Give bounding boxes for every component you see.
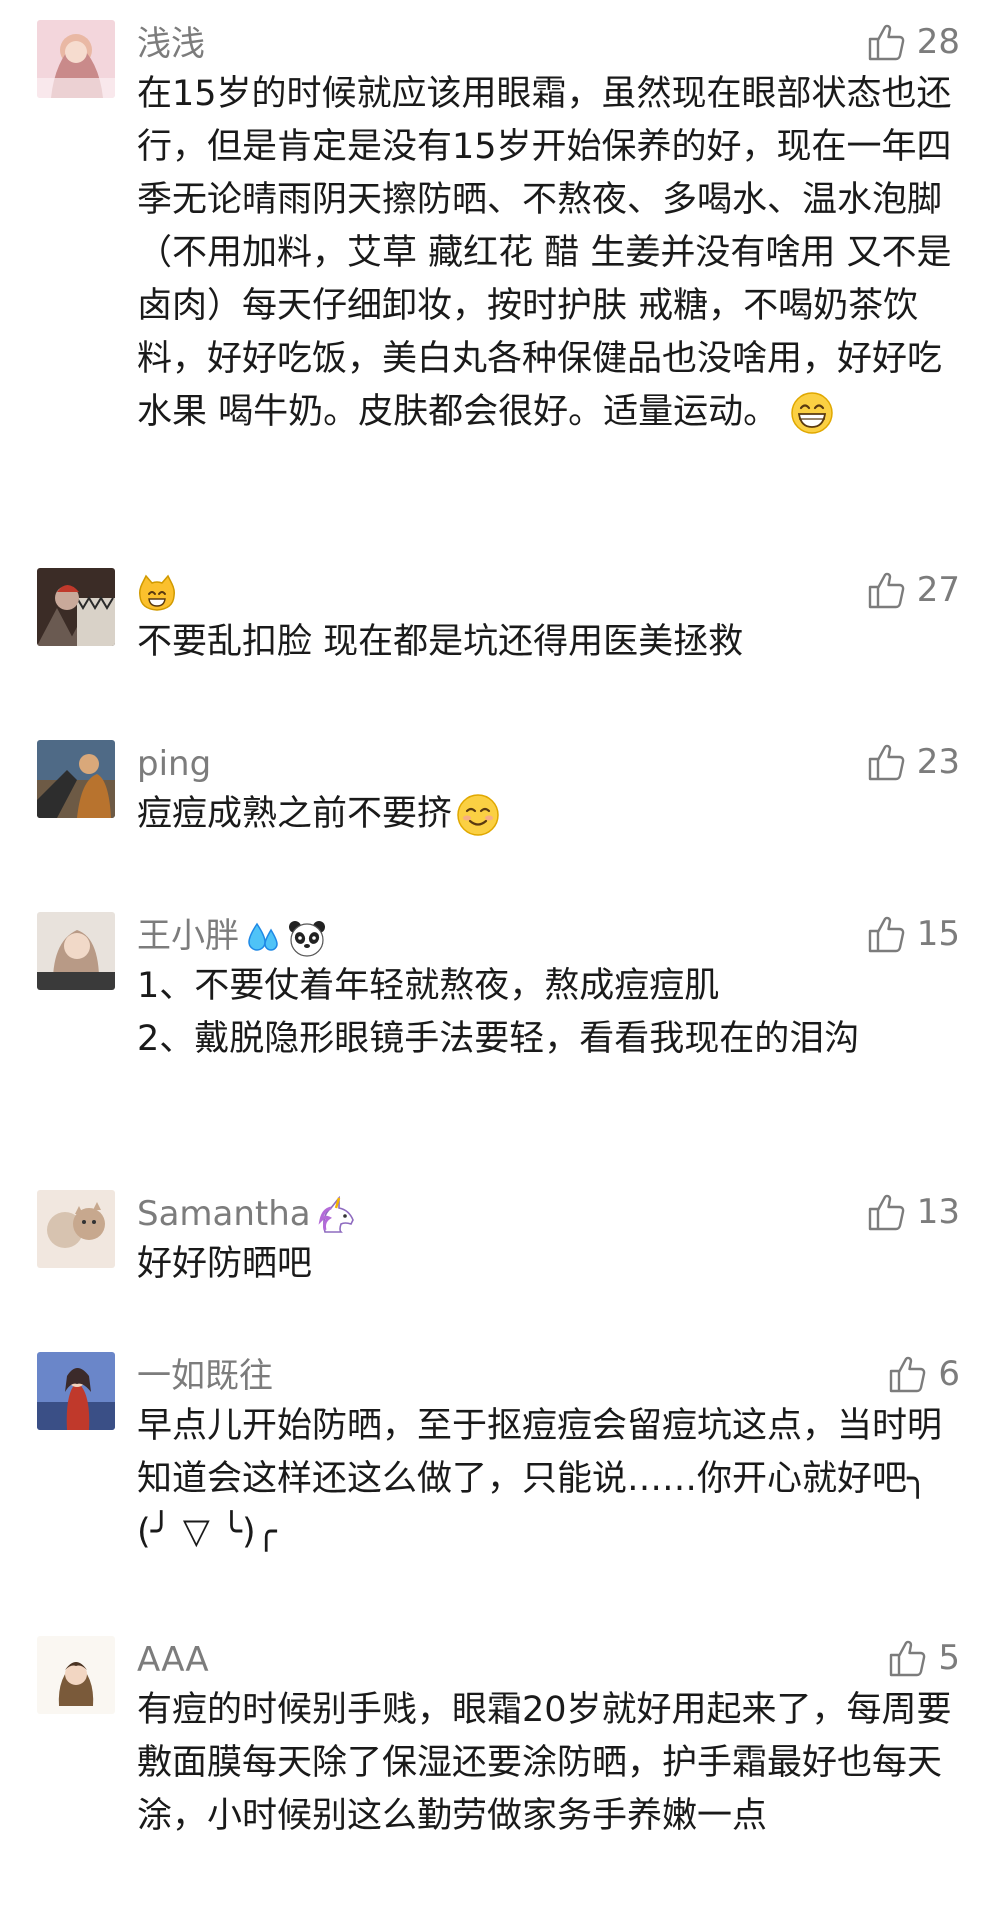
avatar[interactable]	[37, 1190, 115, 1268]
comment-body: 痘痘成熟之前不要挤	[137, 794, 453, 834]
like-button[interactable]: 23	[865, 740, 960, 784]
thumbs-up-icon	[868, 916, 905, 953]
thumbs-up-icon	[868, 572, 905, 609]
like-count: 5	[938, 1638, 960, 1678]
nickname[interactable]	[137, 572, 177, 614]
grinning-face-emoji	[790, 391, 834, 435]
like-button[interactable]: 5	[886, 1636, 960, 1680]
comment-text: 有痘的时候别手贱，眼霜20岁就好用起来了，每周要敷面膜每天除了保湿还要涂防晒，护…	[137, 1690, 952, 1836]
panda-face-emoji	[287, 918, 327, 958]
like-count: 6	[938, 1354, 960, 1394]
like-count: 15	[916, 914, 960, 954]
like-count: 23	[916, 742, 960, 782]
thumbs-up-icon	[868, 1194, 905, 1231]
nickname[interactable]: Samantha	[137, 1194, 359, 1236]
thumbs-up-icon	[890, 1356, 926, 1393]
avatar[interactable]	[37, 1636, 115, 1714]
nickname[interactable]: 浅浅	[137, 24, 205, 64]
comment-text: 不要乱扣脸 现在都是坑还得用医美拯救	[137, 622, 744, 662]
comment-text: 1、不要仗着年轻就熬夜，熬成痘痘肌 2、戴脱隐形眼镜手法要轻，看看我现在的泪沟	[137, 966, 860, 1059]
like-count: 27	[916, 570, 960, 610]
avatar[interactable]	[37, 20, 115, 98]
comment-list: 浅浅 28 在15岁的时候就应该用眼霜，虽然现在眼部状态也还行，但是肯定是没有1…	[0, 0, 1000, 1926]
avatar[interactable]	[37, 912, 115, 990]
like-count: 28	[916, 22, 960, 62]
unicorn-emoji	[315, 1195, 359, 1236]
nickname[interactable]: 王小胖	[137, 916, 327, 958]
comment-body: 在15岁的时候就应该用眼霜，虽然现在眼部状态也还行，但是肯定是没有15岁开始保养…	[137, 74, 952, 432]
nickname[interactable]: 一如既往	[137, 1356, 273, 1396]
thumbs-up-icon	[868, 744, 905, 781]
like-button[interactable]: 6	[886, 1352, 960, 1396]
like-button[interactable]: 15	[865, 912, 960, 956]
comment-text: 痘痘成熟之前不要挤	[137, 788, 957, 841]
cat-face-emoji	[137, 574, 177, 614]
thumbs-up-icon	[890, 1640, 926, 1677]
sweat-droplets-emoji	[243, 918, 283, 958]
like-button[interactable]: 13	[865, 1190, 960, 1234]
comment-text: 在15岁的时候就应该用眼霜，虽然现在眼部状态也还行，但是肯定是没有15岁开始保养…	[137, 68, 957, 439]
like-button[interactable]: 28	[865, 20, 960, 64]
thumbs-up-icon	[868, 24, 905, 61]
avatar[interactable]	[37, 740, 115, 818]
nickname[interactable]: AAA	[137, 1640, 209, 1680]
comment-text: 好好防晒吧	[137, 1244, 313, 1284]
avatar[interactable]	[37, 568, 115, 646]
like-button[interactable]: 27	[865, 568, 960, 612]
nickname-text: 王小胖	[137, 916, 239, 956]
nickname-text: Samantha	[137, 1194, 311, 1234]
avatar[interactable]	[37, 1352, 115, 1430]
comment-text: 早点儿开始防晒，至于抠痘痘会留痘坑这点，当时明知道会这样还这么做了，只能说……你…	[137, 1406, 943, 1552]
like-count: 13	[916, 1192, 960, 1232]
nickname[interactable]: ping	[137, 744, 211, 784]
smiling-face-emoji	[456, 793, 500, 837]
